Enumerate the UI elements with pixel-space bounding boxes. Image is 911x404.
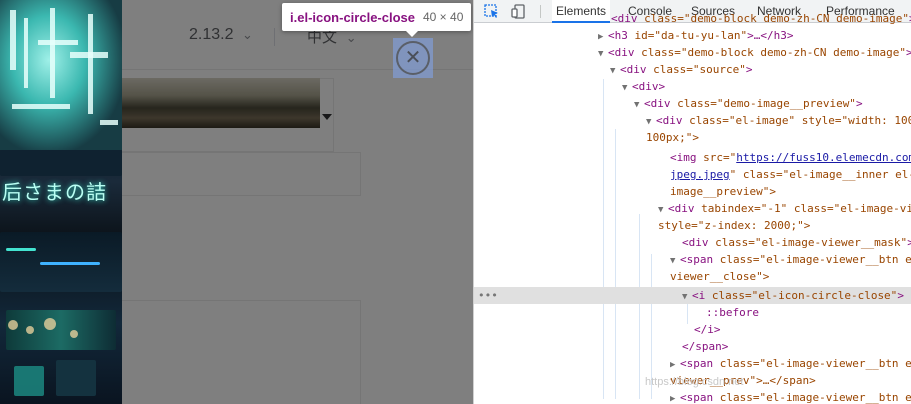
- dom-node[interactable]: ▼ <div tabindex="-1" class="el-image-vi: [474, 200, 911, 217]
- watermark-text: https://blog.csdn.net: [645, 376, 744, 388]
- tooltip-arrow: [406, 31, 418, 37]
- photo-sign-text: 后さまの詰: [2, 180, 107, 204]
- circle-close-icon[interactable]: ✕: [396, 41, 430, 75]
- dom-node[interactable]: ▶ <h3 id="da-tu-yu-lan">…</h3>: [474, 27, 911, 44]
- dom-node[interactable]: <div class="el-image-viewer__mask">: [474, 234, 911, 251]
- devtools-panel: Elements Console Sources Network Perform…: [473, 0, 911, 404]
- dom-node-wrap: 100px;">: [646, 131, 699, 144]
- neon-sign: [0, 0, 122, 150]
- inspect-tooltip: i.el-icon-circle-close 40 × 40: [282, 3, 472, 37]
- dom-node[interactable]: ▼ <div>: [474, 78, 911, 95]
- ellipsis-icon[interactable]: •••: [478, 287, 498, 304]
- dom-node[interactable]: ::before: [474, 304, 911, 321]
- dom-node[interactable]: <img src="https://fuss10.elemecdn.com: [474, 149, 911, 166]
- dom-node-wrap: viewer__close">: [670, 270, 770, 283]
- dom-node[interactable]: ▼ <span class="el-image-viewer__btn e: [474, 251, 911, 268]
- img-src-link[interactable]: https://fuss10.elemecdn.com: [736, 151, 911, 164]
- dom-node[interactable]: </i>: [474, 321, 911, 338]
- dom-node[interactable]: ▶ <span class="el-image-viewer__btn e: [474, 389, 911, 404]
- dom-node[interactable]: </span>: [474, 338, 911, 355]
- preview-image: 后さまの詰: [0, 0, 122, 404]
- dom-tree: <div class="demo-block demo-zh-CN demo-i…: [474, 12, 911, 404]
- dom-node[interactable]: ▼ <div class="source">: [474, 61, 911, 78]
- tooltip-selector: i.el-icon-circle-close: [290, 9, 415, 25]
- dom-node[interactable]: <div class="demo-block demo-zh-CN demo-i…: [474, 10, 911, 27]
- tooltip-size: 40 × 40: [423, 10, 464, 24]
- dom-node[interactable]: ▼ <div class="demo-image__preview">: [474, 95, 911, 112]
- dom-node-wrap: jpeg.jpeg" class="el-image__inner el-: [670, 168, 911, 181]
- dom-node-selected[interactable]: ••• ▼<i class="el-icon-circle-close"> =: [474, 287, 911, 304]
- dom-node-wrap: style="z-index: 2000;">: [658, 219, 811, 232]
- viewer-close-button[interactable]: ✕: [393, 38, 433, 78]
- dom-node[interactable]: ▶ <span class="el-image-viewer__btn e: [474, 355, 911, 372]
- dom-node-wrap: image__preview">: [670, 185, 776, 198]
- dom-node[interactable]: ▼ <div class="el-image" style="width: 100: [474, 112, 911, 129]
- dom-node[interactable]: ▼ <div class="demo-block demo-zh-CN demo-…: [474, 44, 911, 61]
